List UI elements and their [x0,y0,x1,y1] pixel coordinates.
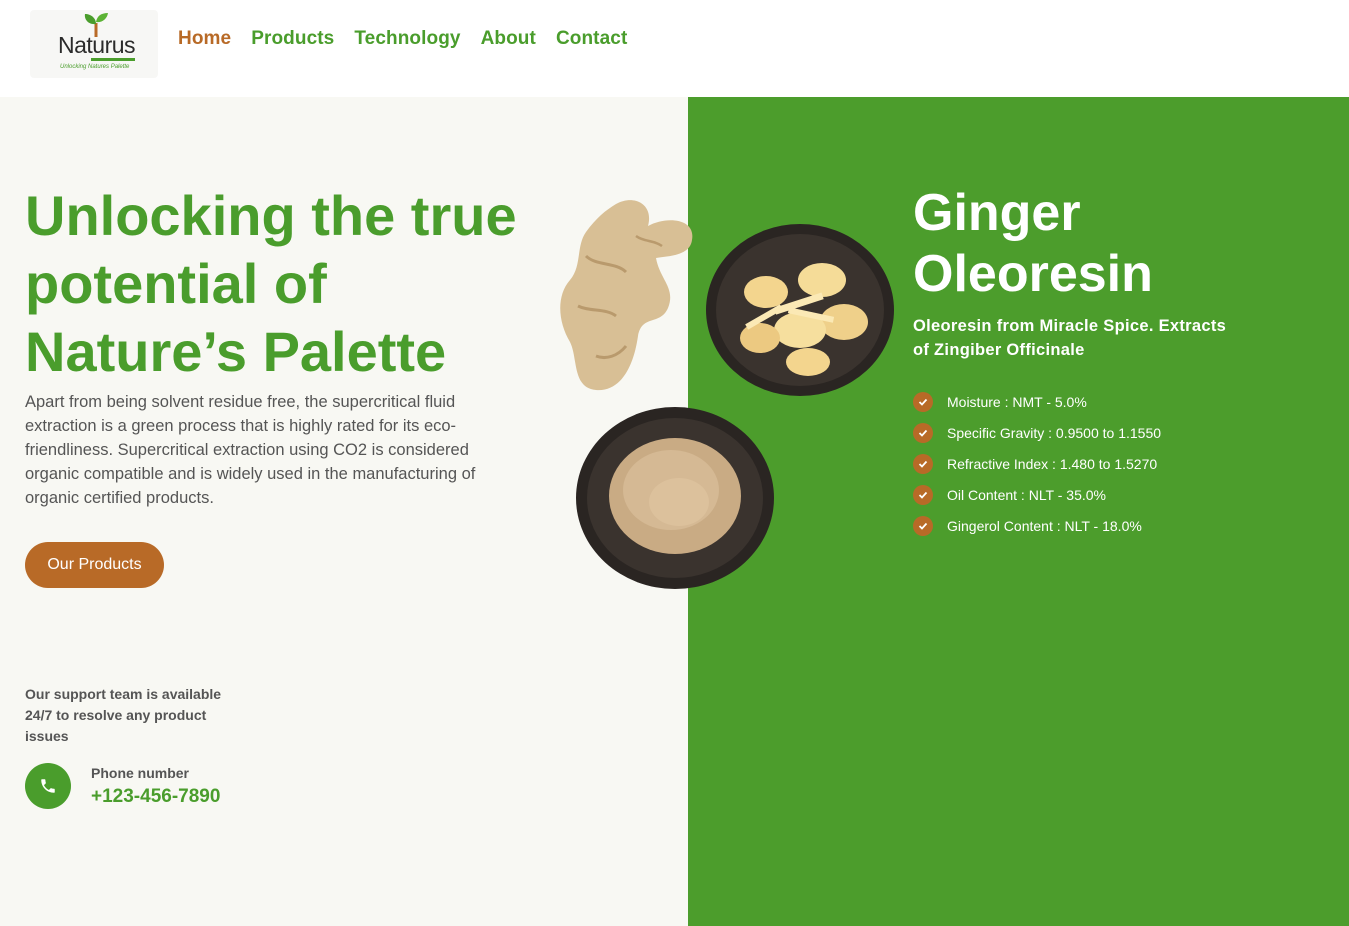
main-nav: Home Products Technology About Contact [178,28,627,50]
phone-label: Phone number [91,765,190,781]
spec-item: Gingerol Content : NLT - 18.0% [913,516,1161,547]
spec-text: Oil Content : NLT - 35.0% [947,487,1106,503]
logo[interactable]: Naturus Unlocking Natures Palette [30,10,158,78]
spec-text: Specific Gravity : 0.9500 to 1.1550 [947,425,1162,441]
spec-item: Oil Content : NLT - 35.0% [913,485,1161,516]
phone-button[interactable] [25,763,71,809]
nav-about[interactable]: About [481,28,536,50]
spec-text: Refractive Index : 1.480 to 1.5270 [947,456,1158,472]
spec-text: Moisture : NMT - 5.0% [947,394,1087,410]
spec-list: Moisture : NMT - 5.0% Specific Gravity :… [913,392,1161,547]
hero-title: Unlocking the true potential of Nature’s… [25,184,517,383]
check-icon [913,516,933,536]
spec-item: Moisture : NMT - 5.0% [913,392,1161,423]
check-icon [913,454,933,474]
site-header: Naturus Unlocking Natures Palette Home P… [0,0,1349,97]
spec-item: Refractive Index : 1.480 to 1.5270 [913,454,1161,485]
spec-item: Specific Gravity : 0.9500 to 1.1550 [913,423,1161,454]
check-icon [913,423,933,443]
logo-tagline: Unlocking Natures Palette [60,64,130,70]
check-icon [913,392,933,412]
check-icon [913,485,933,505]
nav-products[interactable]: Products [251,28,334,50]
phone-number[interactable]: +123-456-7890 [91,786,220,808]
product-subtitle: Oleoresin from Miracle Spice. Extracts o… [913,317,1227,359]
phone-icon [41,779,55,793]
nav-contact[interactable]: Contact [556,28,627,50]
logo-wordmark: Naturus [58,32,136,58]
ginger-root-image [560,200,693,391]
product-title: Ginger Oleoresin [913,184,1153,303]
our-products-button[interactable]: Our Products [25,542,164,588]
hero-description: Apart from being solvent residue free, t… [25,393,476,507]
ginger-powder-bowl-image [576,407,774,589]
spec-text: Gingerol Content : NLT - 18.0% [947,518,1142,534]
sliced-ginger-bowl-image [706,224,894,396]
support-text: Our support team is available 24/7 to re… [25,686,222,744]
nav-home[interactable]: Home [178,28,231,50]
nav-technology[interactable]: Technology [354,28,460,50]
